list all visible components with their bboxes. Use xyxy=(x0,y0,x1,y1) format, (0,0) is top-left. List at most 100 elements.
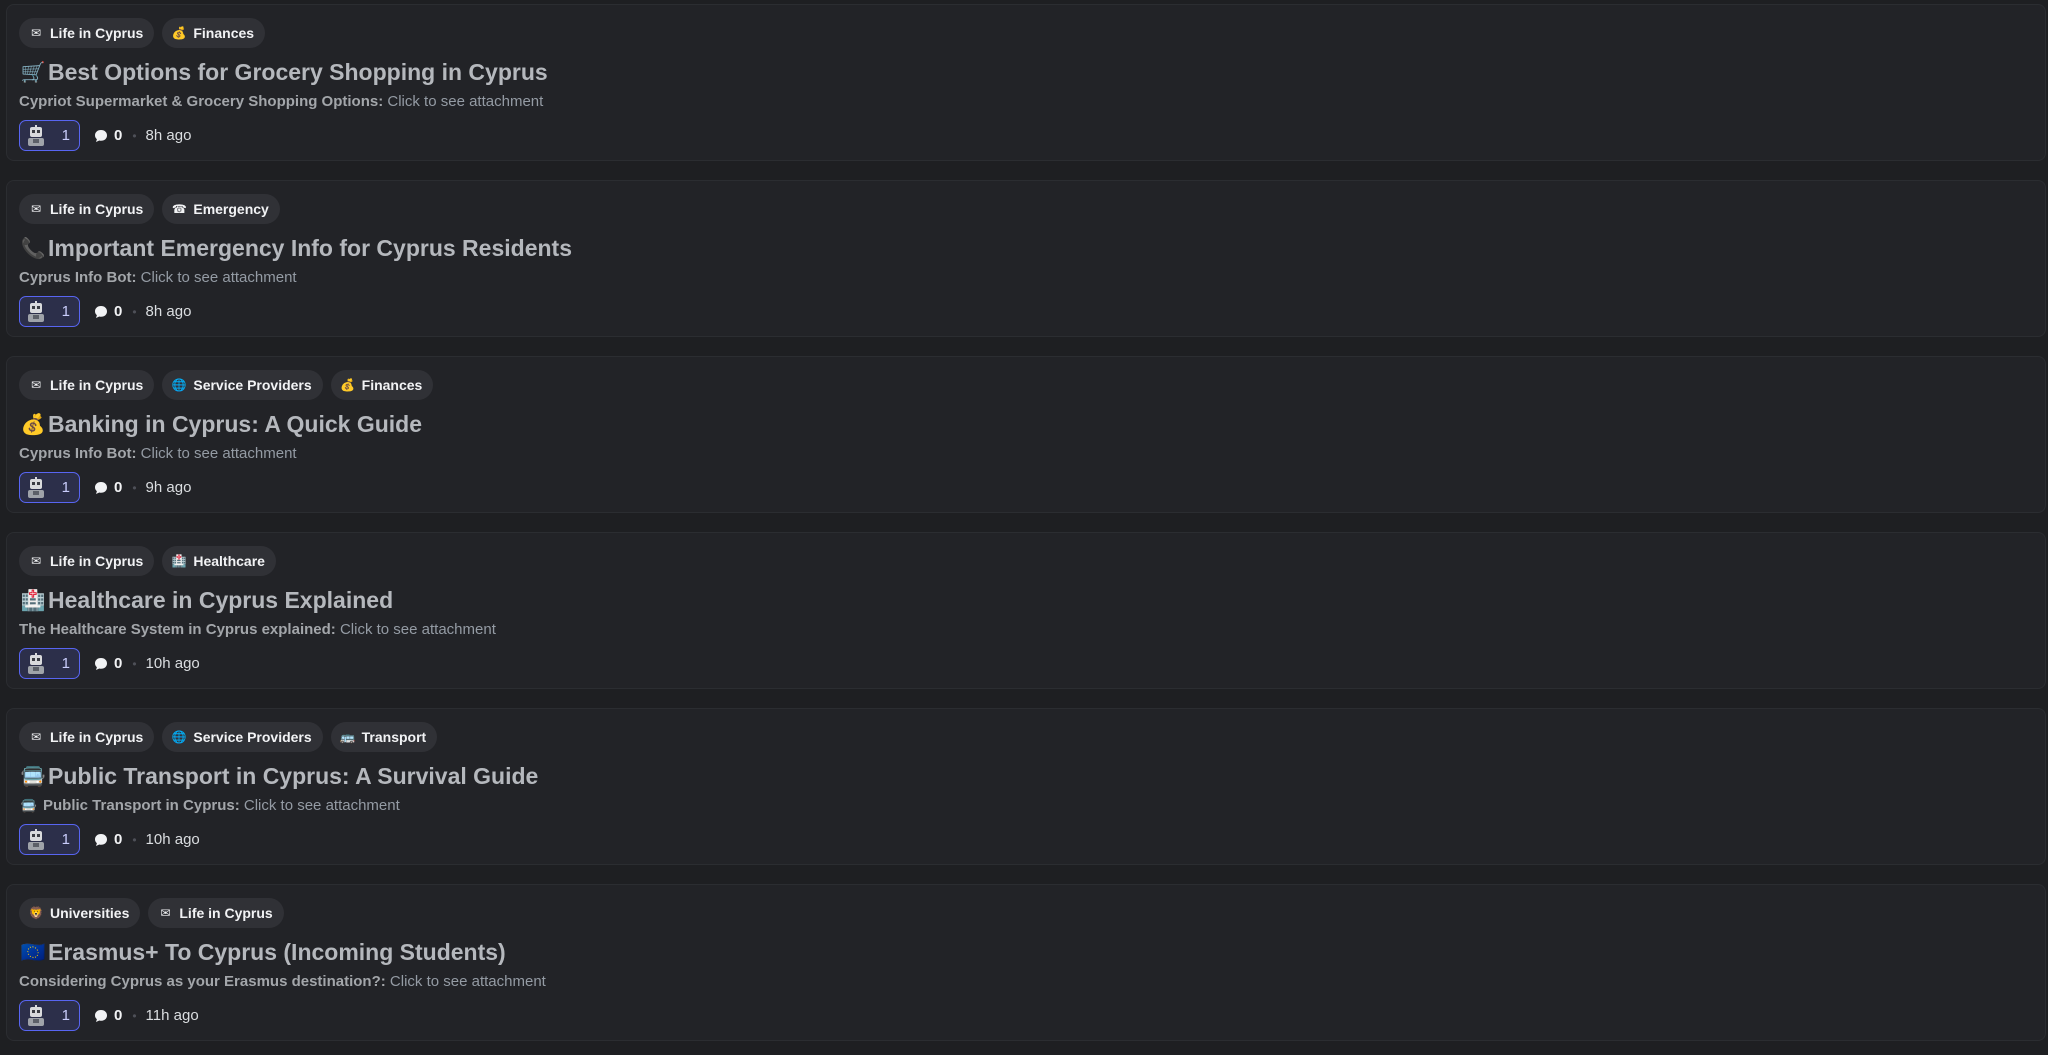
reaction-count: 1 xyxy=(61,1007,70,1024)
preview-author: Cyprus Info Bot xyxy=(19,269,132,286)
robot-emoji-icon xyxy=(28,300,44,322)
forum-post-card[interactable]: ✉ Life in Cyprus 💰 Finances 🛒 Best Optio… xyxy=(6,4,2046,161)
reaction-button[interactable]: 1 xyxy=(19,120,80,151)
post-tag[interactable]: ✉ Life in Cyprus xyxy=(19,546,155,576)
post-footer: 1 0 • 10h ago xyxy=(19,648,200,679)
preview-text: Click to see attachment xyxy=(140,269,297,286)
forum-post-card[interactable]: ✉ Life in Cyprus ☎ Emergency 📞 Important… xyxy=(6,180,2046,337)
comment-count-value: 0 xyxy=(114,127,123,144)
tag-emoji-icon: ✉ xyxy=(30,26,42,40)
reaction-button[interactable]: 1 xyxy=(19,648,80,679)
post-title-text[interactable]: Healthcare in Cyprus Explained xyxy=(48,587,393,614)
message-bubble-icon xyxy=(95,129,107,142)
post-tags: ✉ Life in Cyprus 🌐 Service Providers 💰 F… xyxy=(19,370,434,400)
reaction-button[interactable]: 1 xyxy=(19,472,80,503)
preview-author: The Healthcare System in Cyprus explaine… xyxy=(19,621,331,638)
reaction-button[interactable]: 1 xyxy=(19,296,80,327)
reaction-count: 1 xyxy=(61,831,70,848)
comment-count-value: 0 xyxy=(114,655,123,672)
post-preview: Cyprus Info Bot: Click to see attachment xyxy=(19,269,297,286)
post-tag[interactable]: 💰 Finances xyxy=(330,370,434,400)
post-title-text[interactable]: Public Transport in Cyprus: A Survival G… xyxy=(48,763,538,790)
post-title[interactable]: 💰 Banking in Cyprus: A Quick Guide xyxy=(20,411,422,438)
title-emoji-icon: 🚍 xyxy=(20,766,46,788)
post-tag[interactable]: 🌐 Service Providers xyxy=(162,370,323,400)
separator-dot: • xyxy=(132,128,137,143)
post-footer: 1 0 • 11h ago xyxy=(19,1000,199,1031)
post-tags: ✉ Life in Cyprus 🌐 Service Providers 🚌 T… xyxy=(19,722,438,752)
reaction-button[interactable]: 1 xyxy=(19,1000,80,1031)
forum-post-card[interactable]: ✉ Life in Cyprus 🌐 Service Providers 💰 F… xyxy=(6,356,2046,513)
comment-count: 0 xyxy=(94,831,122,848)
message-bubble-icon xyxy=(95,1009,107,1022)
forum-post-card[interactable]: ✉ Life in Cyprus 🌐 Service Providers 🚌 T… xyxy=(6,708,2046,865)
message-bubble-icon xyxy=(95,305,107,318)
robot-emoji-icon xyxy=(28,476,44,498)
forum-post-card[interactable]: ✉ Life in Cyprus 🏥 Healthcare 🏥 Healthca… xyxy=(6,532,2046,689)
tag-emoji-icon: 💰 xyxy=(340,378,356,392)
post-tag[interactable]: 🏥 Healthcare xyxy=(162,546,276,576)
preview-text: Click to see attachment xyxy=(243,797,400,814)
post-preview: The Healthcare System in Cyprus explaine… xyxy=(19,621,496,638)
post-tag[interactable]: ✉ Life in Cyprus xyxy=(148,898,284,928)
tag-label: Healthcare xyxy=(193,553,265,569)
post-tag[interactable]: ☎ Emergency xyxy=(162,194,280,224)
title-emoji-icon: 🛒 xyxy=(20,62,46,84)
comment-count: 0 xyxy=(94,127,122,144)
post-preview: Cyprus Info Bot: Click to see attachment xyxy=(19,445,297,462)
comment-count-value: 0 xyxy=(114,479,123,496)
message-bubble-icon xyxy=(95,481,107,494)
preview-text: Click to see attachment xyxy=(140,445,297,462)
post-tag[interactable]: ✉ Life in Cyprus xyxy=(19,194,155,224)
post-title[interactable]: 🏥 Healthcare in Cyprus Explained xyxy=(20,587,394,614)
reaction-button[interactable]: 1 xyxy=(19,824,80,855)
post-tags: ✉ Life in Cyprus ☎ Emergency xyxy=(19,194,280,224)
tag-emoji-icon: ✉ xyxy=(30,554,42,568)
post-timestamp: 9h ago xyxy=(145,479,192,496)
separator-dot: • xyxy=(132,480,137,495)
preview-emoji-icon: 🚍 xyxy=(20,797,38,813)
comment-count: 0 xyxy=(94,655,122,672)
post-timestamp: 8h ago xyxy=(145,303,192,320)
post-tag[interactable]: 🌐 Service Providers xyxy=(162,722,323,752)
post-title-text[interactable]: Best Options for Grocery Shopping in Cyp… xyxy=(48,59,548,86)
post-title[interactable]: 🇪🇺 Erasmus+ To Cyprus (Incoming Students… xyxy=(20,939,506,966)
robot-emoji-icon xyxy=(28,828,44,850)
post-preview: Cypriot Supermarket & Grocery Shopping O… xyxy=(19,93,543,110)
post-tag[interactable]: 🦁 Universities xyxy=(19,898,141,928)
tag-label: Life in Cyprus xyxy=(50,553,144,569)
post-tag[interactable]: ✉ Life in Cyprus xyxy=(19,370,155,400)
tag-label: Service Providers xyxy=(193,729,312,745)
forum-post-card[interactable]: 🦁 Universities ✉ Life in Cyprus 🇪🇺 Erasm… xyxy=(6,884,2046,1041)
post-footer: 1 0 • 8h ago xyxy=(19,120,191,151)
preview-colon: : xyxy=(330,621,336,638)
post-tag[interactable]: 🚌 Transport xyxy=(330,722,438,752)
title-emoji-icon: 🏥 xyxy=(20,590,46,612)
post-tag[interactable]: ✉ Life in Cyprus xyxy=(19,18,155,48)
post-tag[interactable]: ✉ Life in Cyprus xyxy=(19,722,155,752)
post-tag[interactable]: 💰 Finances xyxy=(162,18,266,48)
tag-label: Service Providers xyxy=(193,377,312,393)
post-preview: 🚍 Public Transport in Cyprus: Click to s… xyxy=(19,797,400,814)
tag-emoji-icon: 🏥 xyxy=(171,554,187,568)
tag-label: Life in Cyprus xyxy=(50,729,144,745)
comment-count: 0 xyxy=(94,303,122,320)
post-timestamp: 8h ago xyxy=(145,127,192,144)
robot-emoji-icon xyxy=(28,652,44,674)
tag-emoji-icon: ✉ xyxy=(30,730,42,744)
tag-emoji-icon: 🌐 xyxy=(171,378,187,392)
post-title-text[interactable]: Banking in Cyprus: A Quick Guide xyxy=(48,411,422,438)
preview-colon: : xyxy=(380,973,386,990)
preview-author: Cyprus Info Bot xyxy=(19,445,132,462)
post-preview: Considering Cyprus as your Erasmus desti… xyxy=(19,973,546,990)
reaction-count: 1 xyxy=(61,655,70,672)
preview-author: Considering Cyprus as your Erasmus desti… xyxy=(19,973,381,990)
post-title-text[interactable]: Erasmus+ To Cyprus (Incoming Students) xyxy=(48,939,506,966)
post-timestamp: 10h ago xyxy=(145,655,200,672)
comment-count-value: 0 xyxy=(114,1007,123,1024)
post-title[interactable]: 🛒 Best Options for Grocery Shopping in C… xyxy=(20,59,548,86)
post-title[interactable]: 🚍 Public Transport in Cyprus: A Survival… xyxy=(20,763,539,790)
comment-count-value: 0 xyxy=(114,831,123,848)
post-title[interactable]: 📞 Important Emergency Info for Cyprus Re… xyxy=(20,235,572,262)
post-title-text[interactable]: Important Emergency Info for Cyprus Resi… xyxy=(48,235,572,262)
